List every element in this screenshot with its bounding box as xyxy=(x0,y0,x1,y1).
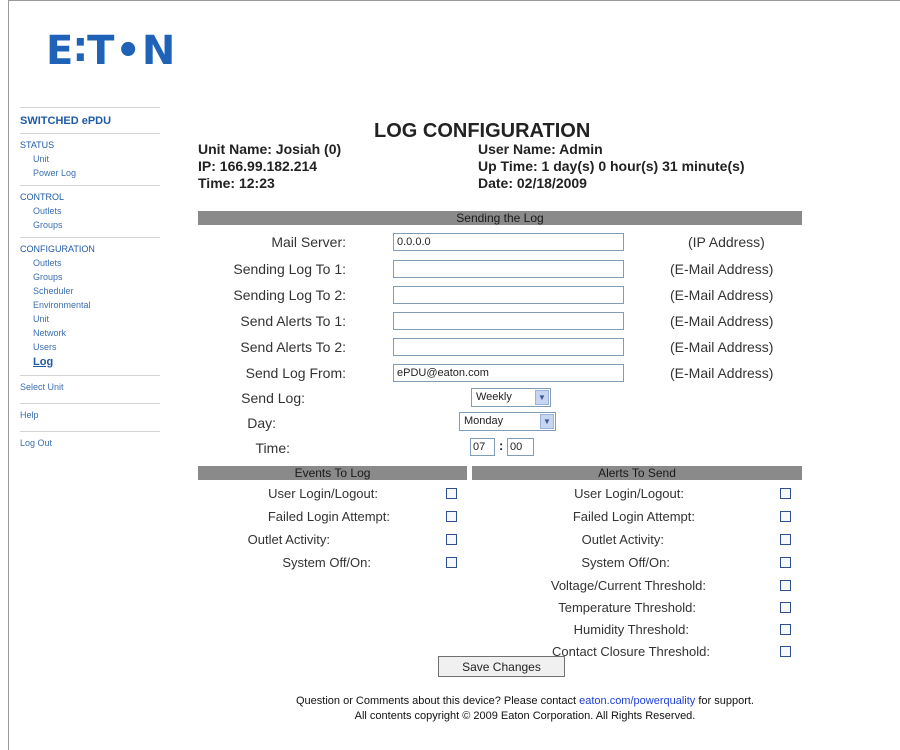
sidebar-heading-status: STATUS xyxy=(20,140,55,150)
save-changes-button[interactable]: Save Changes xyxy=(438,656,565,677)
sending-log-to-2-unit: (E-Mail Address) xyxy=(670,287,774,303)
up-time: Up Time: 1 day(s) 0 hour(s) 31 minute(s) xyxy=(478,158,745,174)
time-separator: : xyxy=(499,438,504,453)
section-header-events: Events To Log xyxy=(198,466,467,480)
mail-server-unit: (IP Address) xyxy=(688,234,765,250)
sending-log-to-1-input[interactable] xyxy=(393,260,624,278)
send-alerts-to-1-unit: (E-Mail Address) xyxy=(670,313,774,329)
event-label: System Off/On: xyxy=(282,555,371,570)
alert-checkbox[interactable] xyxy=(780,624,791,635)
time-minute-input[interactable]: 00 xyxy=(507,438,534,456)
send-alerts-to-2-input[interactable] xyxy=(393,338,624,356)
sending-log-to-2-label: Sending Log To 2: xyxy=(233,287,346,303)
sidebar-item-control-groups[interactable]: Groups xyxy=(20,218,160,232)
event-label: Outlet Activity: xyxy=(247,532,330,547)
sidebar-nav: SWITCHED ePDU STATUS Unit Power Log CONT… xyxy=(20,107,160,454)
alert-label: Failed Login Attempt: xyxy=(572,509,695,524)
alert-label: Outlet Activity: xyxy=(581,532,664,547)
alert-checkbox[interactable] xyxy=(780,534,791,545)
send-log-from-label: Send Log From: xyxy=(245,365,346,381)
current-date: Date: 02/18/2009 xyxy=(478,175,587,191)
sidebar-item-scheduler[interactable]: Scheduler xyxy=(20,284,160,298)
sidebar-item-config-outlets[interactable]: Outlets xyxy=(20,256,160,270)
sidebar-item-status-unit[interactable]: Unit xyxy=(20,152,160,166)
send-log-from-input[interactable] xyxy=(393,364,624,382)
alert-label: User Login/Logout: xyxy=(574,486,684,501)
mail-server-label: Mail Server: xyxy=(271,234,346,250)
alert-label: Temperature Threshold: xyxy=(558,600,696,615)
alert-label: System Off/On: xyxy=(581,555,670,570)
send-log-from-unit: (E-Mail Address) xyxy=(670,365,774,381)
day-select[interactable]: Monday ▼ xyxy=(459,412,556,431)
sidebar-item-users[interactable]: Users xyxy=(20,340,160,354)
send-alerts-to-1-input[interactable] xyxy=(393,312,624,330)
alert-checkbox[interactable] xyxy=(780,646,791,657)
event-checkbox[interactable] xyxy=(446,488,457,499)
sidebar-link-help[interactable]: Help xyxy=(20,404,160,426)
sidebar-title: SWITCHED ePDU xyxy=(20,107,160,134)
alert-checkbox[interactable] xyxy=(780,511,791,522)
user-name: User Name: Admin xyxy=(478,141,603,157)
event-label: Failed Login Attempt: xyxy=(267,509,390,524)
unit-name: Unit Name: Josiah (0) xyxy=(198,141,342,157)
window-border-top xyxy=(8,0,900,1)
alert-checkbox[interactable] xyxy=(780,580,791,591)
alert-checkbox[interactable] xyxy=(780,602,791,613)
send-alerts-to-2-unit: (E-Mail Address) xyxy=(670,339,774,355)
sidebar-item-config-unit[interactable]: Unit xyxy=(20,312,160,326)
footer-contact-text-end: for support. xyxy=(695,695,754,707)
sending-log-to-1-unit: (E-Mail Address) xyxy=(670,261,774,277)
section-header-sending-log: Sending the Log xyxy=(198,211,802,225)
support-link[interactable]: eaton.com/powerquality xyxy=(579,695,695,707)
chevron-down-icon: ▼ xyxy=(540,414,554,429)
footer-contact-text: Question or Comments about this device? … xyxy=(296,695,580,707)
event-label: User Login/Logout: xyxy=(268,486,378,501)
current-time: Time: 12:23 xyxy=(198,175,275,191)
sidebar-heading-control: CONTROL xyxy=(20,192,65,202)
sidebar-heading-configuration: CONFIGURATION xyxy=(20,244,95,254)
day-label: Day: xyxy=(247,415,276,431)
sending-log-to-2-input[interactable] xyxy=(393,286,624,304)
page-title: LOG CONFIGURATION xyxy=(374,120,591,142)
time-label: Time: xyxy=(255,440,290,456)
time-hour-input[interactable]: 07 xyxy=(470,438,495,456)
window-border-left xyxy=(8,0,9,750)
alert-checkbox[interactable] xyxy=(780,488,791,499)
chevron-down-icon: ▼ xyxy=(535,390,549,405)
sidebar-item-log[interactable]: Log xyxy=(20,354,160,370)
footer-contact: Question or Comments about this device? … xyxy=(150,695,900,707)
ip-address: IP: 166.99.182.214 xyxy=(198,158,318,174)
event-checkbox[interactable] xyxy=(446,534,457,545)
event-checkbox[interactable] xyxy=(446,557,457,568)
sidebar-item-control-outlets[interactable]: Outlets xyxy=(20,204,160,218)
sidebar-item-environmental[interactable]: Environmental xyxy=(20,298,160,312)
footer-copyright: All contents copyright © 2009 Eaton Corp… xyxy=(354,710,696,722)
alert-checkbox[interactable] xyxy=(780,557,791,568)
sidebar-item-network[interactable]: Network xyxy=(20,326,160,340)
sending-log-to-1-label: Sending Log To 1: xyxy=(233,261,346,277)
send-log-label: Send Log: xyxy=(241,390,305,406)
send-alerts-to-1-label: Send Alerts To 1: xyxy=(240,313,346,329)
send-log-select-value: Weekly xyxy=(476,391,512,403)
sidebar-item-config-groups[interactable]: Groups xyxy=(20,270,160,284)
section-header-alerts: Alerts To Send xyxy=(472,466,802,480)
event-checkbox[interactable] xyxy=(446,511,457,522)
sidebar-link-log-out[interactable]: Log Out xyxy=(20,432,160,454)
mail-server-input[interactable] xyxy=(393,233,624,251)
eaton-logo: E∶T•N xyxy=(46,28,177,74)
sidebar-link-select-unit[interactable]: Select Unit xyxy=(20,376,160,398)
day-select-value: Monday xyxy=(464,415,504,427)
alert-label: Humidity Threshold: xyxy=(573,622,689,637)
alert-label: Voltage/Current Threshold: xyxy=(550,578,706,593)
sidebar-item-power-log[interactable]: Power Log xyxy=(20,166,160,180)
send-log-select[interactable]: Weekly ▼ xyxy=(471,388,551,407)
send-alerts-to-2-label: Send Alerts To 2: xyxy=(240,339,346,355)
